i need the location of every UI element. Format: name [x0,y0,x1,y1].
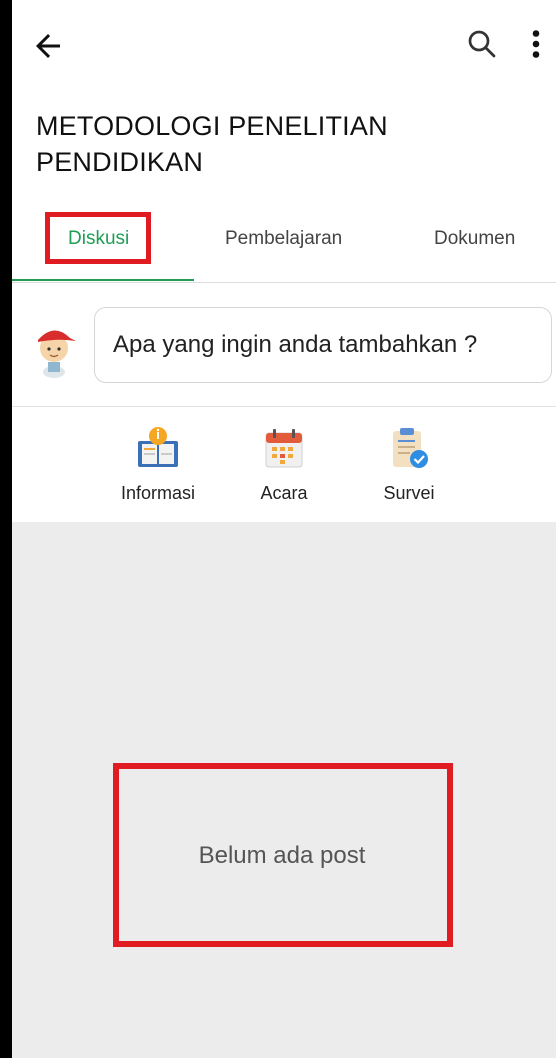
action-acara[interactable]: Acara [234,425,334,504]
info-book-icon [138,427,178,467]
quick-actions: Informasi Acara Survei [12,407,556,522]
more-vert-icon[interactable] [524,26,548,62]
page-title: METODOLOGI PENELITIAN PENDIDIKAN [36,111,388,177]
survey-clipboard-icon [393,428,428,468]
post-input[interactable]: Apa yang ingin anda tambahkan ? [94,307,552,383]
action-acara-label: Acara [260,483,308,503]
search-icon[interactable] [464,26,500,62]
action-survei-label: Survei [383,483,435,503]
app-screen: METODOLOGI PENELITIAN PENDIDIKAN Diskusi… [12,0,556,1058]
tab-dokumen[interactable]: Dokumen [434,228,515,250]
tab-pembelajaran[interactable]: Pembelajaran [225,228,342,250]
action-informasi-label: Informasi [120,483,196,503]
post-feed: Belum ada post [12,522,556,1058]
back-arrow-icon[interactable] [30,28,66,64]
action-survei[interactable]: Survei [359,425,459,504]
user-avatar[interactable] [28,310,80,380]
tab-highlight-box [45,212,151,264]
action-informasi[interactable]: Informasi [108,425,208,504]
post-composer: Apa yang ingin anda tambahkan ? [12,282,556,407]
empty-feed-message: Belum ada post [198,842,366,869]
calendar-icon [265,429,303,468]
app-bar [12,0,556,90]
active-tab-indicator [12,279,194,281]
